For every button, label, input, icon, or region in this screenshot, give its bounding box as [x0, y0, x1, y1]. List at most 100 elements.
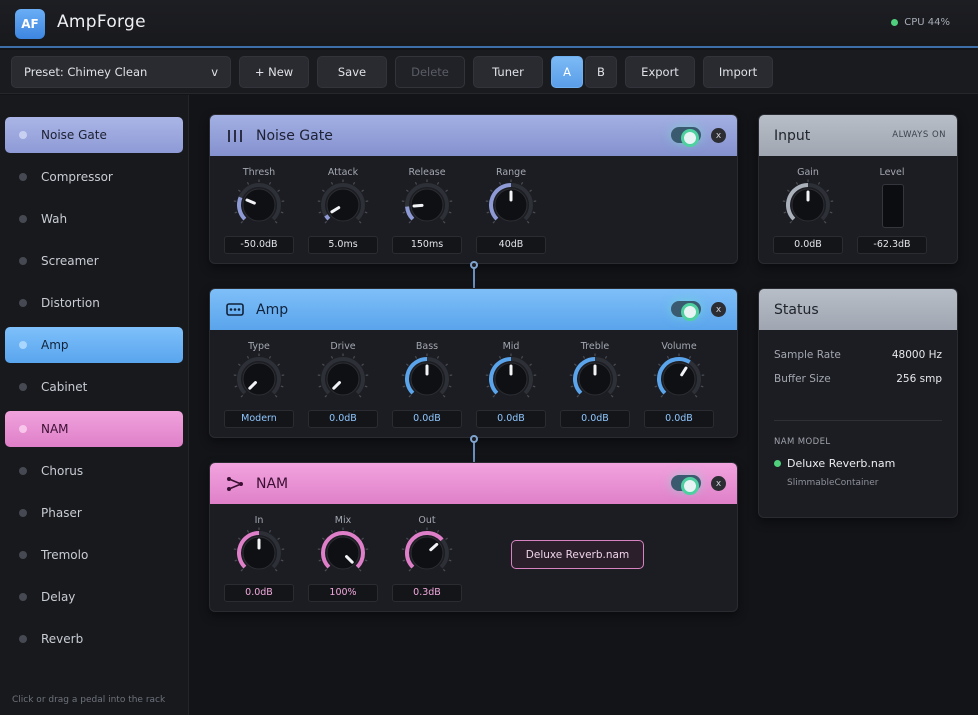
status-header: Status: [759, 289, 957, 330]
out-knob[interactable]: [401, 527, 453, 579]
drive-knob[interactable]: [317, 353, 369, 405]
knob-tick: [274, 220, 278, 224]
knob-tick: [520, 356, 524, 359]
mix-knob[interactable]: [317, 527, 369, 579]
new-preset-button[interactable]: + New: [239, 56, 309, 88]
pedal-dot: [19, 215, 27, 223]
nam-model-name: Deluxe Reverb.nam: [774, 457, 895, 470]
knob-label: Drive: [330, 341, 356, 352]
sidebar-item-nam[interactable]: NAM: [5, 411, 183, 447]
knob-tick: [526, 220, 530, 224]
noise-gate-toggle[interactable]: [671, 127, 701, 147]
gain-knob[interactable]: [782, 179, 834, 231]
knob-tick: [436, 356, 440, 359]
knob-body: [326, 188, 360, 222]
knob-value[interactable]: 5.0ms: [308, 236, 378, 254]
import-button[interactable]: Import: [703, 56, 773, 88]
sidebar-item-chorus[interactable]: Chorus: [5, 453, 183, 489]
knob-tick: [322, 537, 325, 540]
knob-tick: [324, 394, 328, 398]
knob-tick: [408, 394, 412, 398]
knob-tick: [498, 182, 502, 185]
knob-tick: [277, 537, 280, 540]
amp-toggle[interactable]: [671, 301, 701, 321]
knob-value[interactable]: 100%: [308, 584, 378, 602]
knob-tick: [246, 530, 250, 533]
sidebar-item-wah[interactable]: Wah: [5, 201, 183, 237]
delete-button[interactable]: Delete: [395, 56, 465, 88]
knob-value[interactable]: 0.0dB: [773, 236, 843, 254]
nam-toggle[interactable]: [671, 475, 701, 495]
title-bar: AF AmpForge CPU 44%: [0, 0, 978, 48]
amp-close-icon[interactable]: x: [711, 302, 726, 317]
release-knob[interactable]: [401, 179, 453, 231]
sidebar-item-compressor[interactable]: Compressor: [5, 159, 183, 195]
knob-tick: [364, 385, 368, 388]
knob-value[interactable]: Modern: [224, 410, 294, 428]
knob-value[interactable]: 0.0dB: [560, 410, 630, 428]
noise-gate-close-icon[interactable]: x: [711, 128, 726, 143]
knob-tick: [240, 394, 244, 398]
always-on-badge: ALWAYS ON: [892, 130, 946, 140]
knob-tick: [318, 211, 322, 214]
knob-tick: [280, 211, 284, 214]
in-knob[interactable]: [233, 527, 285, 579]
sidebar-item-label: Amp: [41, 338, 69, 352]
knob-value[interactable]: 0.0dB: [308, 410, 378, 428]
sidebar-item-label: Cabinet: [41, 380, 88, 394]
amp-pedal: Amp x Type Modern Drive 0.0dB Bass 0.0dB…: [209, 288, 738, 438]
volume-knob[interactable]: [653, 353, 705, 405]
sidebar-item-noise-gate[interactable]: Noise Gate: [5, 117, 183, 153]
knob-value[interactable]: 0.0dB: [476, 410, 546, 428]
knob-label: Gain: [797, 167, 819, 178]
mix-knob-group: Mix 100%: [308, 515, 378, 611]
thresh-knob[interactable]: [233, 179, 285, 231]
sidebar-item-delay[interactable]: Delay: [5, 579, 183, 615]
chevron-down-icon: v: [211, 65, 218, 79]
range-knob[interactable]: [485, 179, 537, 231]
tuner-button[interactable]: Tuner: [473, 56, 543, 88]
sidebar-item-reverb[interactable]: Reverb: [5, 621, 183, 657]
sidebar-item-tremolo[interactable]: Tremolo: [5, 537, 183, 573]
slot-a-button[interactable]: A: [551, 56, 583, 88]
knob-value[interactable]: 0.0dB: [224, 584, 294, 602]
sidebar-item-phaser[interactable]: Phaser: [5, 495, 183, 531]
knob-value[interactable]: 0.0dB: [644, 410, 714, 428]
knob-tick: [486, 211, 490, 214]
preset-select[interactable]: Preset: Chimey Clean v: [11, 56, 231, 88]
knob-value[interactable]: 0.3dB: [392, 584, 462, 602]
sidebar-item-amp[interactable]: Amp: [5, 327, 183, 363]
knob-tick: [406, 537, 409, 540]
mid-knob[interactable]: [485, 353, 537, 405]
knob-tick: [330, 182, 334, 185]
treble-knob[interactable]: [569, 353, 621, 405]
nam-close-icon[interactable]: x: [711, 476, 726, 491]
amp-header[interactable]: Amp x: [210, 289, 737, 330]
knob-tick: [823, 220, 827, 224]
knob-tick: [364, 211, 368, 214]
knob-tick: [445, 537, 448, 540]
type-knob[interactable]: [233, 353, 285, 405]
sidebar-item-distortion[interactable]: Distortion: [5, 285, 183, 321]
knob-tick: [324, 220, 328, 224]
knob-body: [326, 536, 360, 570]
knob-value[interactable]: 40dB: [476, 236, 546, 254]
bass-knob[interactable]: [401, 353, 453, 405]
save-button[interactable]: Save: [317, 56, 387, 88]
sidebar-item-cabinet[interactable]: Cabinet: [5, 369, 183, 405]
in-knob-group: In 0.0dB: [224, 515, 294, 611]
attack-knob[interactable]: [317, 179, 369, 231]
nam-model-file-button[interactable]: Deluxe Reverb.nam: [511, 540, 644, 569]
knob-value[interactable]: -50.0dB: [224, 236, 294, 254]
noise-gate-header[interactable]: Noise Gate x: [210, 115, 737, 156]
export-button[interactable]: Export: [625, 56, 695, 88]
nam-model-heading: NAM MODEL: [774, 437, 831, 447]
knob-label: Treble: [580, 341, 610, 352]
chain-connector-node: [470, 261, 478, 269]
knob-value[interactable]: 150ms: [392, 236, 462, 254]
knob-value[interactable]: 0.0dB: [392, 410, 462, 428]
sidebar-item-screamer[interactable]: Screamer: [5, 243, 183, 279]
slot-b-button[interactable]: B: [585, 56, 617, 88]
nam-header[interactable]: NAM x: [210, 463, 737, 504]
knob-body: [662, 362, 696, 396]
